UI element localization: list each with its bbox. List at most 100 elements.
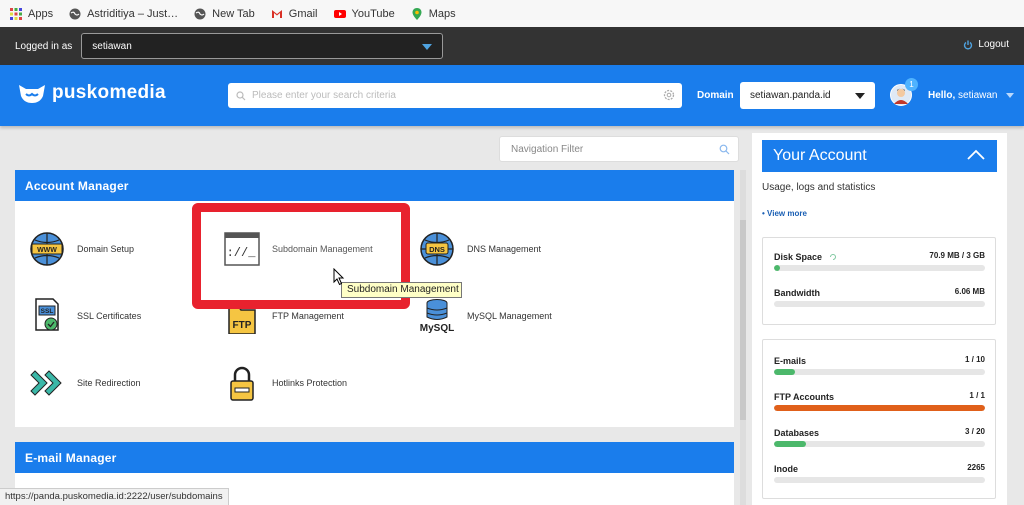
account-manager-header[interactable]: Account Manager bbox=[15, 170, 734, 201]
item-label: FTP Management bbox=[272, 311, 344, 321]
svg-text:DNS: DNS bbox=[429, 245, 445, 254]
stat-name: Disk Space bbox=[774, 252, 823, 262]
bookmark-apps[interactable]: Apps bbox=[10, 7, 54, 20]
user-menu[interactable]: Hello, setiawan bbox=[928, 90, 1015, 101]
progress-bar bbox=[774, 369, 985, 375]
progress-bar bbox=[774, 477, 985, 483]
bookmark-label: Gmail bbox=[288, 7, 318, 20]
stat-name: E-mails bbox=[774, 356, 807, 366]
ssl-certificates-link[interactable]: SSL SSL Certificates bbox=[29, 298, 141, 334]
svg-text:MySQL: MySQL bbox=[420, 323, 454, 334]
svg-text:WWW: WWW bbox=[37, 247, 57, 254]
search-icon bbox=[236, 90, 246, 100]
hotlinks-protection-link[interactable]: Hotlinks Protection bbox=[224, 365, 347, 401]
stat-name: Inode bbox=[774, 464, 798, 474]
refresh-icon[interactable] bbox=[829, 253, 837, 261]
stat-name: Bandwidth bbox=[774, 288, 820, 298]
dns-management-link[interactable]: DNS DNS Management bbox=[419, 231, 541, 267]
chevron-up-icon[interactable] bbox=[967, 149, 985, 161]
chevron-down-icon bbox=[1006, 92, 1015, 98]
youtube-icon bbox=[333, 9, 346, 18]
tooltip: Subdomain Management bbox=[341, 282, 462, 298]
site-redirection-link[interactable]: Site Redirection bbox=[29, 365, 141, 401]
item-label: DNS Management bbox=[467, 244, 542, 254]
search-placeholder: Please enter your search criteria bbox=[252, 90, 396, 101]
bookmark-label: New Tab bbox=[212, 7, 255, 20]
mouse-cursor-icon bbox=[333, 268, 345, 286]
gear-icon[interactable] bbox=[663, 89, 675, 101]
ssl-certificate-icon: SSL bbox=[29, 298, 65, 334]
chevron-down-icon bbox=[855, 93, 865, 99]
bookmark-gmail[interactable]: Gmail bbox=[271, 8, 318, 20]
progress-bar bbox=[774, 441, 985, 447]
maps-icon bbox=[412, 7, 422, 20]
login-bar: Logged in as setiawan Logout bbox=[0, 27, 1024, 65]
main-scrollbar[interactable] bbox=[740, 170, 746, 505]
apps-grid-icon bbox=[10, 7, 22, 20]
search-icon bbox=[719, 144, 730, 155]
mysql-management-link[interactable]: MySQL MySQL Management bbox=[419, 298, 552, 334]
stat-name: Databases bbox=[774, 428, 820, 438]
notification-badge: 1 bbox=[905, 78, 918, 91]
section-title: E-mail Manager bbox=[25, 450, 117, 465]
domain-setup-link[interactable]: WWW Domain Setup bbox=[29, 231, 134, 267]
svg-text:FTP: FTP bbox=[233, 320, 252, 331]
your-account-header[interactable]: Your Account bbox=[762, 140, 997, 172]
stat-value: 1 / 10 bbox=[964, 355, 985, 364]
domain-select[interactable]: setiawan.panda.id bbox=[740, 82, 875, 109]
progress-bar bbox=[774, 301, 985, 307]
usage-card-2: E-mails 1 / 10 FTP Accounts 1 / 1 Databa… bbox=[762, 339, 996, 499]
bookmark-youtube[interactable]: YouTube bbox=[333, 7, 395, 20]
globe-icon bbox=[69, 8, 81, 19]
stat-disk-space: Disk Space 70.9 MB / 3 GB bbox=[774, 251, 985, 271]
item-label: Site Redirection bbox=[77, 378, 141, 388]
bookmark-label: Apps bbox=[28, 7, 54, 20]
your-account-subtitle: Usage, logs and statistics bbox=[762, 182, 876, 193]
domain-label: Domain bbox=[697, 90, 734, 101]
bookmarks-bar: Apps Astriditiya – Just… New Tab Gmail Y… bbox=[0, 0, 1024, 27]
view-more-link[interactable]: • View more bbox=[762, 209, 807, 218]
cat-logo-icon bbox=[19, 85, 45, 103]
progress-bar bbox=[774, 265, 985, 271]
your-account-title: Your Account bbox=[773, 147, 867, 164]
stat-bandwidth: Bandwidth 6.06 MB bbox=[774, 287, 985, 307]
user-select-value: setiawan bbox=[92, 40, 132, 52]
scrollbar-thumb[interactable] bbox=[740, 220, 746, 420]
stat-value: 6.06 MB bbox=[954, 287, 985, 296]
stat-inode: Inode 2265 bbox=[774, 463, 985, 483]
item-label: Domain Setup bbox=[77, 244, 135, 254]
logout-button[interactable]: Logout bbox=[963, 39, 1009, 50]
chevron-down-icon bbox=[422, 44, 433, 50]
progress-fill bbox=[774, 441, 806, 447]
stat-ftp-accounts: FTP Accounts 1 / 1 bbox=[774, 391, 985, 411]
bookmark-astriditiya[interactable]: Astriditiya – Just… bbox=[69, 8, 178, 20]
item-label: SSL Certificates bbox=[77, 311, 142, 321]
search-input[interactable]: Please enter your search criteria bbox=[228, 83, 682, 108]
logo[interactable]: puskomedia bbox=[18, 82, 166, 104]
progress-bar bbox=[774, 405, 985, 411]
usage-card-1: Disk Space 70.9 MB / 3 GB Bandwidth 6.06… bbox=[762, 237, 996, 325]
bookmark-label: YouTube bbox=[351, 7, 395, 20]
progress-fill bbox=[774, 265, 781, 271]
bookmark-label: Maps bbox=[428, 7, 456, 20]
progress-fill bbox=[774, 369, 796, 375]
www-globe-icon: WWW bbox=[29, 231, 65, 267]
progress-fill bbox=[774, 405, 985, 411]
section-title: Account Manager bbox=[25, 178, 129, 193]
navigation-filter-input[interactable]: Navigation Filter bbox=[499, 136, 739, 162]
user-select[interactable]: setiawan bbox=[81, 33, 444, 59]
bookmark-maps[interactable]: Maps bbox=[411, 7, 456, 20]
logged-in-label: Logged in as bbox=[15, 40, 73, 52]
item-label: MySQL Management bbox=[467, 311, 552, 321]
mysql-database-icon: MySQL bbox=[419, 298, 455, 334]
hello-label: Hello, bbox=[928, 90, 956, 101]
bookmark-new-tab[interactable]: New Tab bbox=[194, 8, 255, 20]
item-label: Hotlinks Protection bbox=[272, 378, 348, 388]
stat-value: 3 / 20 bbox=[964, 427, 985, 436]
email-manager-header[interactable]: E-mail Manager bbox=[15, 442, 734, 473]
stat-value: 70.9 MB / 3 GB bbox=[929, 251, 985, 260]
logo-text: puskomedia bbox=[52, 82, 166, 103]
avatar[interactable]: 1 bbox=[890, 78, 918, 106]
bookmark-label: Astriditiya – Just… bbox=[87, 7, 179, 20]
dns-globe-icon: DNS bbox=[419, 231, 455, 267]
